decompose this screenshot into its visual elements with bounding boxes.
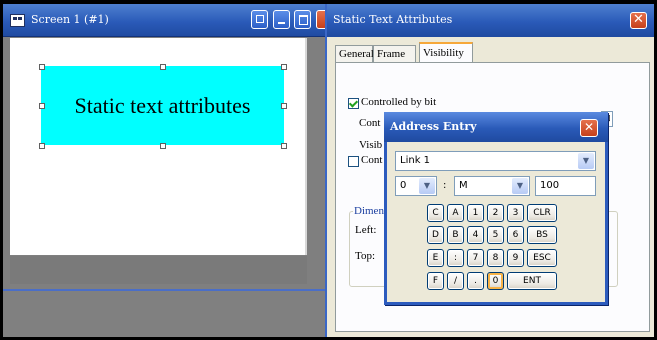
address-entry-close-button[interactable]: ✕ — [580, 119, 598, 137]
resize-handle[interactable] — [281, 143, 287, 149]
link-value: Link 1 — [400, 155, 431, 166]
key-6[interactable]: 6 — [507, 226, 524, 244]
canvas-scroll-area — [10, 256, 307, 284]
static-text-object[interactable]: Static text attributes — [41, 66, 284, 145]
dialog-close-button[interactable]: ✕ — [630, 12, 647, 29]
device-select[interactable]: M ▼ — [454, 176, 530, 196]
key-0[interactable]: 0 — [487, 272, 504, 290]
resize-handle[interactable] — [160, 64, 166, 70]
top-label: Top: — [355, 250, 376, 262]
key-7[interactable]: 7 — [467, 249, 484, 267]
tab-general[interactable]: General — [335, 45, 374, 62]
key-a[interactable]: A — [447, 204, 464, 222]
screen-window: Screen 1 (#1) Static text attributes — [3, 4, 328, 289]
control-checkbox-label: Cont — [361, 154, 383, 166]
dialog-title-bar[interactable]: Static Text Attributes ✕ — [327, 4, 654, 37]
left-label: Left: — [355, 224, 377, 236]
resize-handle[interactable] — [281, 64, 287, 70]
station-select[interactable]: 0 ▼ — [395, 176, 437, 196]
resize-handle[interactable] — [39, 143, 45, 149]
resize-handle[interactable] — [160, 143, 166, 149]
screen-title-bar[interactable]: Screen 1 (#1) — [3, 4, 328, 37]
address-separator: : — [443, 180, 447, 191]
key-5[interactable]: 5 — [487, 226, 504, 244]
key-colon[interactable]: : — [447, 249, 464, 267]
controlled-by-bit-label: Controlled by bit — [361, 96, 437, 108]
key-f[interactable]: F — [427, 272, 444, 290]
key-clr[interactable]: CLR — [527, 204, 557, 222]
resize-handle[interactable] — [39, 103, 45, 109]
restore-button[interactable] — [251, 10, 268, 29]
tab-frame[interactable]: Frame — [373, 45, 416, 62]
key-9[interactable]: 9 — [507, 249, 524, 267]
key-2[interactable]: 2 — [487, 204, 504, 222]
screen-icon — [10, 14, 25, 27]
chevron-down-icon[interactable]: ▼ — [419, 178, 435, 194]
control-checkbox[interactable] — [348, 156, 359, 167]
dimension-legend: Dimen — [353, 205, 385, 217]
key-c[interactable]: C — [427, 204, 444, 222]
key-bs[interactable]: BS — [527, 226, 557, 244]
control-label: Cont — [359, 117, 381, 129]
key-ent[interactable]: ENT — [507, 272, 557, 290]
key-esc[interactable]: ESC — [527, 249, 557, 267]
key-1[interactable]: 1 — [467, 204, 484, 222]
workspace-background — [3, 291, 325, 337]
key-4[interactable]: 4 — [467, 226, 484, 244]
tab-visibility[interactable]: Visibility — [419, 42, 473, 63]
chevron-down-icon[interactable]: ▼ — [578, 153, 594, 169]
address-input[interactable]: 100 — [535, 176, 596, 196]
key-3[interactable]: 3 — [507, 204, 524, 222]
address-entry-title-bar[interactable]: Address Entry ✕ — [384, 112, 608, 142]
maximize-button[interactable] — [294, 10, 311, 29]
screen-title: Screen 1 (#1) — [31, 13, 109, 26]
resize-handle[interactable] — [39, 64, 45, 70]
link-select[interactable]: Link 1 ▼ — [395, 151, 596, 171]
key-d[interactable]: D — [427, 226, 444, 244]
minimize-button[interactable] — [273, 10, 290, 29]
station-value: 0 — [400, 180, 407, 191]
visibility-label: Visib — [359, 139, 383, 151]
key-dot[interactable]: . — [467, 272, 484, 290]
key-8[interactable]: 8 — [487, 249, 504, 267]
app-frame: Screen 1 (#1) Static text attributes Sta… — [3, 4, 654, 337]
screen-canvas[interactable]: Static text attributes — [10, 38, 307, 255]
address-entry-dialog: Address Entry ✕ Link 1 ▼ 0 ▼ : M ▼ 100 C… — [384, 112, 608, 305]
dialog-title: Static Text Attributes — [333, 13, 453, 26]
controlled-by-bit-checkbox[interactable] — [348, 98, 359, 109]
key-e[interactable]: E — [427, 249, 444, 267]
key-slash[interactable]: / — [447, 272, 464, 290]
resize-handle[interactable] — [281, 103, 287, 109]
address-entry-title: Address Entry — [390, 120, 477, 133]
device-value: M — [459, 180, 468, 191]
chevron-down-icon[interactable]: ▼ — [512, 178, 528, 194]
key-b[interactable]: B — [447, 226, 464, 244]
